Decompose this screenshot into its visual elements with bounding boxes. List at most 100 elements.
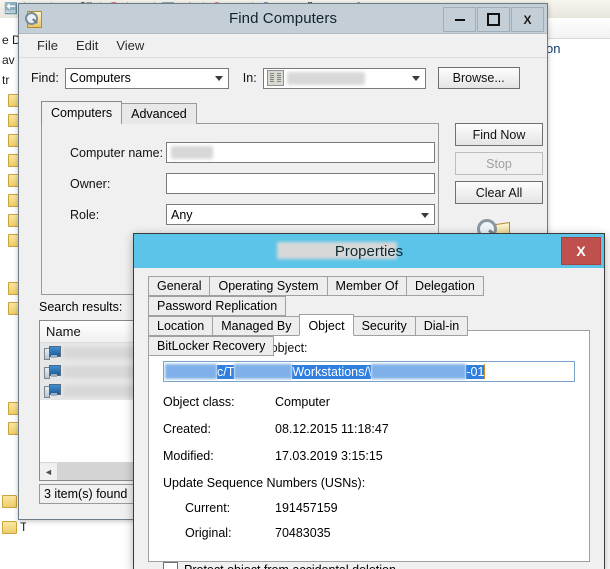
owner-label: Owner: [70, 176, 111, 191]
protect-object-label: Protect object from accidental deletion [184, 563, 396, 569]
tab-computers[interactable]: Computers [41, 101, 123, 124]
status-text: 3 item(s) found [44, 487, 128, 501]
tab-dial-in[interactable]: Dial-in [414, 316, 469, 336]
stop-button: Stop [455, 152, 543, 175]
tree-item-label: tr [2, 73, 10, 87]
domain-icon [266, 70, 284, 86]
modified-row: Modified: 17.03.2019 3:15:15 [163, 449, 575, 463]
browse-button[interactable]: Browse... [437, 67, 520, 89]
created-value: 08.12.2015 11:18:47 [275, 422, 389, 436]
canonical-segment-2: Workstations/\ [292, 364, 372, 379]
usn-original-value: 70483035 [275, 526, 331, 540]
role-row: Role: Any [70, 204, 435, 225]
canonical-name-redacted [371, 364, 467, 379]
computer-name-label: Computer name: [70, 145, 164, 160]
tab-delegation[interactable]: Delegation [406, 276, 484, 296]
tree-item-tpm-devices[interactable]: TPM Devices [2, 519, 26, 535]
in-label: In: [242, 71, 257, 85]
canonical-segment-1: c/T [217, 364, 235, 379]
find-type-value: Computers [69, 71, 131, 85]
owner-row: Owner: [70, 173, 435, 194]
object-tab-panel: Canonical name of object: c/T Workstatio… [148, 330, 590, 569]
scroll-left-icon[interactable]: ◄ [40, 463, 58, 480]
properties-body: General Operating System Member Of Deleg… [134, 268, 604, 569]
usn-original-row: Original: 70483035 [163, 526, 575, 540]
computer-name-value-redacted [171, 146, 213, 159]
tree-item-label: TPM Devices [20, 520, 26, 534]
find-scope-row: Find: Computers In: Browse... [19, 58, 547, 95]
tab-location[interactable]: Location [148, 316, 214, 336]
search-results-label: Search results: [39, 300, 123, 314]
modified-value: 17.03.2019 3:15:15 [275, 449, 383, 463]
find-menubar[interactable]: File Edit View [19, 34, 547, 58]
role-combo[interactable]: Any [166, 204, 435, 225]
text-caret [484, 364, 486, 379]
window-controls[interactable]: X [442, 7, 544, 32]
properties-dialog[interactable]: Properties X General Operating System Me… [133, 233, 605, 569]
protect-object-row[interactable]: Protect object from accidental deletion [163, 562, 575, 569]
menu-file[interactable]: File [28, 36, 67, 55]
chevron-down-icon [214, 76, 223, 81]
properties-title: Properties [334, 242, 404, 260]
canonical-prefix-redacted [165, 364, 217, 379]
owner-input[interactable] [166, 173, 435, 194]
canonical-name-input[interactable]: c/T Workstations/\ -01 [163, 361, 575, 382]
computer-name-input[interactable] [166, 142, 435, 163]
find-tabstrip[interactable]: Computers Advanced [41, 101, 197, 124]
canonical-mid-redacted [234, 364, 293, 379]
maximize-button[interactable] [477, 7, 510, 32]
find-action-buttons[interactable]: Find Now Stop Clear All [455, 123, 543, 210]
computer-icon [44, 384, 61, 398]
object-class-label: Object class: [163, 395, 235, 409]
clear-all-button[interactable]: Clear All [455, 181, 543, 204]
properties-tabstrip-row1[interactable]: General Operating System Member Of Deleg… [148, 276, 590, 316]
tab-operating-system[interactable]: Operating System [209, 276, 328, 296]
tab-security[interactable]: Security [352, 316, 416, 336]
usn-heading-row: Update Sequence Numbers (USNs): [163, 476, 575, 490]
folder-icon [2, 520, 17, 534]
close-button[interactable]: X [511, 7, 544, 32]
menu-edit[interactable]: Edit [67, 36, 107, 55]
tab-general[interactable]: General [148, 276, 211, 296]
find-type-combo[interactable]: Computers [64, 67, 229, 89]
tree-item[interactable]: tr [2, 72, 9, 88]
modified-label: Modified: [163, 449, 214, 463]
created-row: Created: 08.12.2015 11:18:47 [163, 422, 575, 436]
computer-name-row: Computer name: [70, 142, 435, 163]
object-class-value: Computer [275, 395, 330, 409]
tab-advanced[interactable]: Advanced [121, 103, 197, 124]
in-scope-value-redacted [286, 71, 365, 85]
minimize-button[interactable] [443, 7, 476, 32]
tree-item-label: av [2, 53, 15, 67]
tab-bitlocker-recovery[interactable]: BitLocker Recovery [148, 336, 275, 356]
console-column-header[interactable] [543, 18, 610, 39]
computer-icon [44, 365, 61, 379]
find-computers-titlebar[interactable]: Find Computers X [19, 4, 547, 34]
console-column-header-label: on [546, 41, 561, 56]
chevron-down-icon [421, 212, 429, 218]
find-label: Find: [31, 71, 59, 85]
tab-object[interactable]: Object [299, 314, 354, 336]
usn-current-label: Current: [185, 501, 231, 515]
menu-view[interactable]: View [107, 36, 153, 55]
close-button[interactable]: X [561, 237, 601, 265]
tree-item[interactable]: av [2, 52, 15, 68]
folder-icon [2, 494, 17, 508]
canonical-suffix: -01 [466, 364, 485, 379]
protect-object-checkbox[interactable] [163, 562, 178, 569]
find-now-button[interactable]: Find Now [455, 123, 543, 146]
in-scope-combo[interactable] [262, 67, 426, 89]
role-value: Any [171, 207, 193, 222]
computer-icon [44, 346, 61, 360]
tab-managed-by[interactable]: Managed By [212, 316, 301, 336]
properties-titlebar[interactable]: Properties X [134, 234, 604, 268]
created-label: Created: [163, 422, 211, 436]
chevron-down-icon [411, 76, 420, 81]
tab-member-of[interactable]: Member Of [326, 276, 408, 296]
usn-original-label: Original: [185, 526, 232, 540]
usn-current-row: Current: 191457159 [163, 501, 575, 515]
usn-current-value: 191457159 [275, 501, 338, 515]
role-label: Role: [70, 207, 100, 222]
object-class-row: Object class: Computer [163, 395, 575, 409]
tab-password-replication[interactable]: Password Replication [148, 296, 287, 316]
